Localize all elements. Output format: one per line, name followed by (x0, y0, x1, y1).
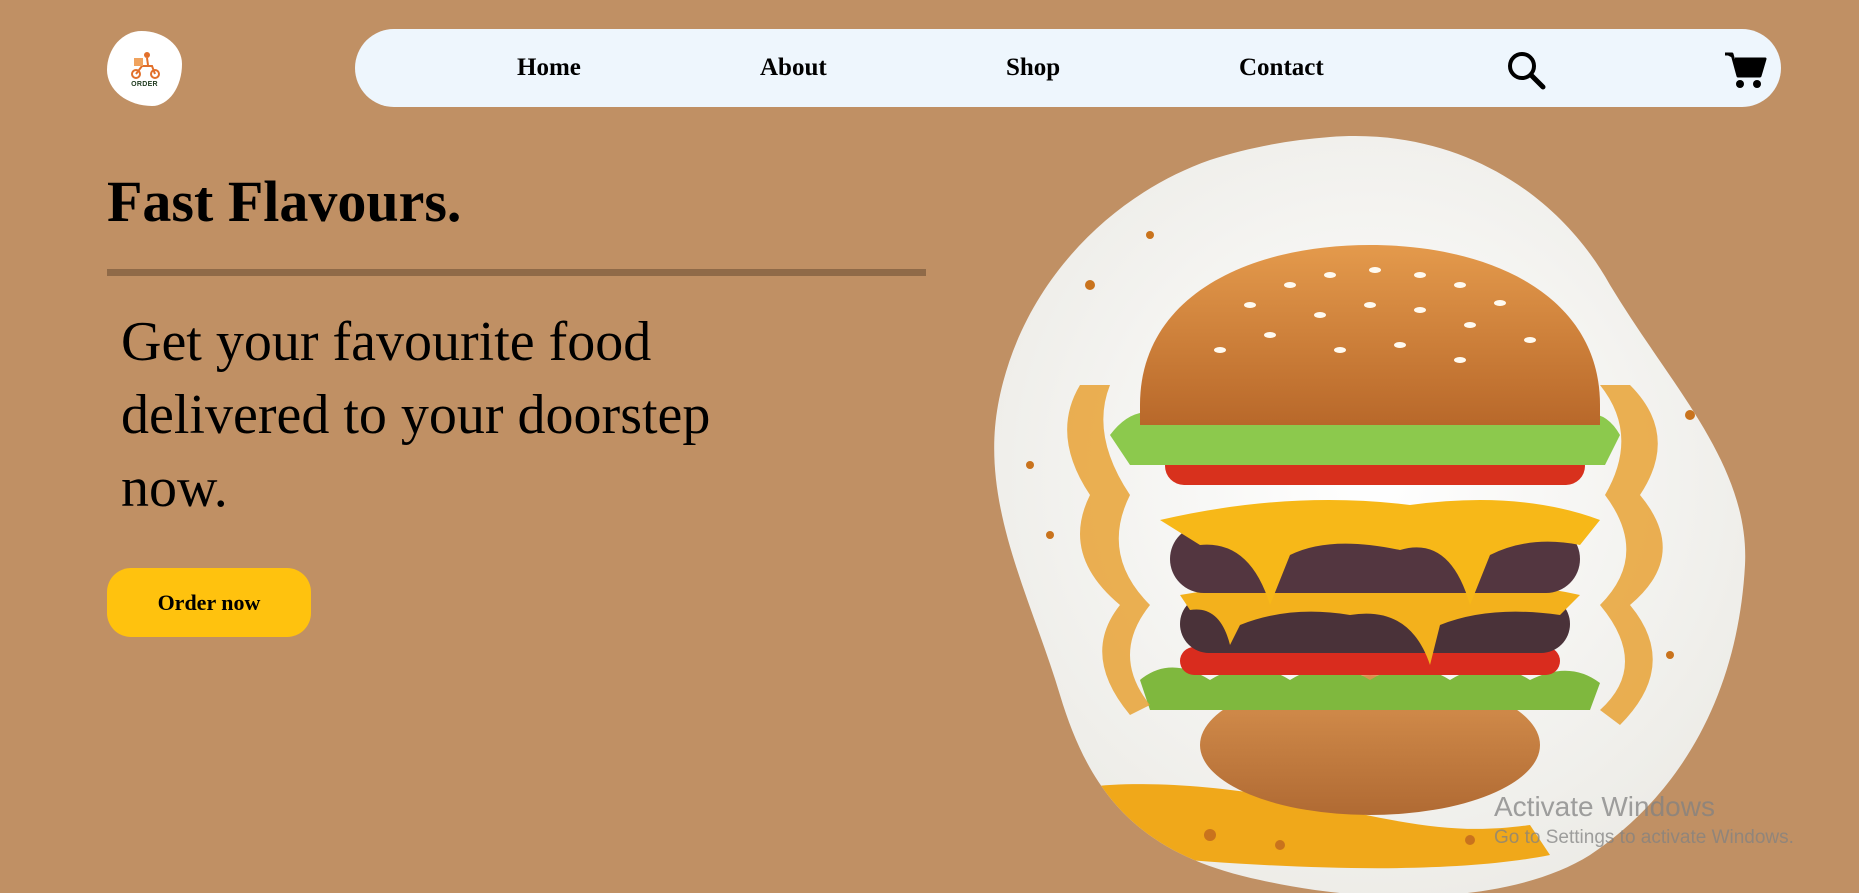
watermark-title: Activate Windows (1494, 791, 1715, 822)
cart-icon[interactable] (1723, 50, 1767, 95)
hero-subtitle: Get your favourite food delivered to you… (121, 311, 711, 519)
nav-link-shop[interactable]: Shop (1006, 29, 1060, 107)
nav-link-contact[interactable]: Contact (1239, 29, 1324, 107)
nav-link-about[interactable]: About (760, 29, 827, 107)
activate-windows-watermark: Activate Windows Go to Settings to activ… (1494, 790, 1794, 852)
search-icon[interactable] (1505, 49, 1547, 96)
order-now-button[interactable]: Order now (107, 568, 311, 637)
navbar: Home About Shop Contact (355, 29, 1781, 107)
brand-logo[interactable]: ORDER (107, 31, 182, 106)
watermark-subtitle: Go to Settings to activate Windows. (1494, 827, 1794, 848)
logo-text: ORDER (131, 80, 158, 88)
delivery-scooter-icon (130, 51, 160, 79)
hero-divider (107, 269, 926, 276)
hero-title: Fast Flavours. (107, 169, 462, 234)
nav-link-home[interactable]: Home (517, 29, 581, 107)
burger-image (990, 135, 1750, 893)
page: ORDER Home About Shop Contact Fast Flavo… (0, 0, 1859, 893)
